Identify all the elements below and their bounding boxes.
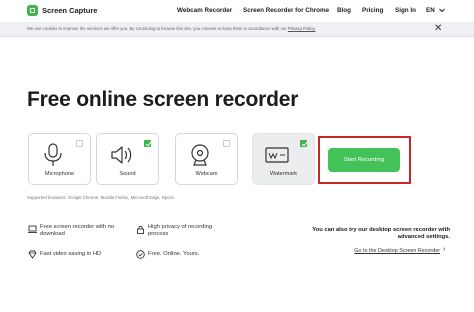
microphone-icon (44, 143, 62, 166)
chevron-right-icon: › (443, 246, 446, 253)
desktop-recorder-link[interactable]: Go to the Desktop Screen Recorder (330, 248, 440, 254)
watermark-checkbox[interactable] (300, 140, 307, 147)
language-selector[interactable]: EN (426, 7, 445, 14)
option-label: Webcam (195, 171, 218, 177)
option-sound[interactable]: Sound (96, 133, 159, 185)
option-microphone[interactable]: Microphone (28, 133, 91, 185)
cookie-banner: We use cookies to improve the services w… (0, 22, 474, 37)
nav-screen-recorder-chrome[interactable]: Screen Recorder for Chrome (243, 7, 329, 14)
microphone-checkbox[interactable] (76, 140, 83, 147)
check-circle-icon (136, 250, 145, 259)
feature-free-online: Free. Online. Yours. (148, 251, 200, 257)
nav-pricing[interactable]: Pricing (362, 7, 383, 14)
diamond-icon (28, 250, 37, 259)
privacy-policy-link[interactable]: Privacy Policy. (288, 26, 316, 31)
webcam-checkbox[interactable] (223, 140, 230, 147)
laptop-icon (28, 225, 37, 233)
close-icon[interactable]: ✕ (434, 23, 442, 35)
option-label: Microphone (44, 171, 75, 177)
screen-capture-logo-icon (27, 5, 38, 16)
desktop-recorder-text: You can also try our desktop screen reco… (312, 227, 450, 240)
feature-fast-hd: Fast video saving in HD (40, 251, 102, 257)
nav-blog[interactable]: Blog (337, 7, 351, 14)
supported-browsers: Supported browsers: Google Chrome, Mozil… (27, 195, 175, 200)
webcam-icon (191, 144, 209, 166)
nav-webcam-recorder[interactable]: Webcam Recorder (177, 7, 232, 14)
top-nav-bar: Screen Capture Webcam Recorder Screen Re… (0, 0, 474, 22)
option-webcam[interactable]: Webcam (175, 133, 238, 185)
brand-name: Screen Capture (42, 6, 98, 15)
cookie-text: We use cookies to improve the services w… (27, 26, 288, 31)
feature-free-no-download: Free screen recorder with no download (40, 224, 115, 237)
option-watermark[interactable]: Watermark (252, 133, 315, 185)
watermark-icon (265, 147, 289, 163)
feature-privacy: High privacy of recording process (148, 224, 213, 237)
speaker-icon (111, 146, 132, 164)
chevron-down-icon (438, 8, 445, 13)
page-title: Free online screen recorder (27, 88, 299, 111)
start-recording-button[interactable]: Start Recording (328, 148, 400, 172)
brand-logo[interactable]: Screen Capture (27, 5, 97, 16)
sound-checkbox[interactable] (144, 140, 151, 147)
lock-icon (137, 225, 144, 234)
option-label: Watermark (269, 171, 298, 177)
option-label: Sound (119, 171, 136, 177)
nav-sign-in[interactable]: Sign In (395, 7, 416, 14)
language-label: EN (426, 7, 435, 14)
start-recording-highlight: Start Recording (318, 136, 411, 184)
